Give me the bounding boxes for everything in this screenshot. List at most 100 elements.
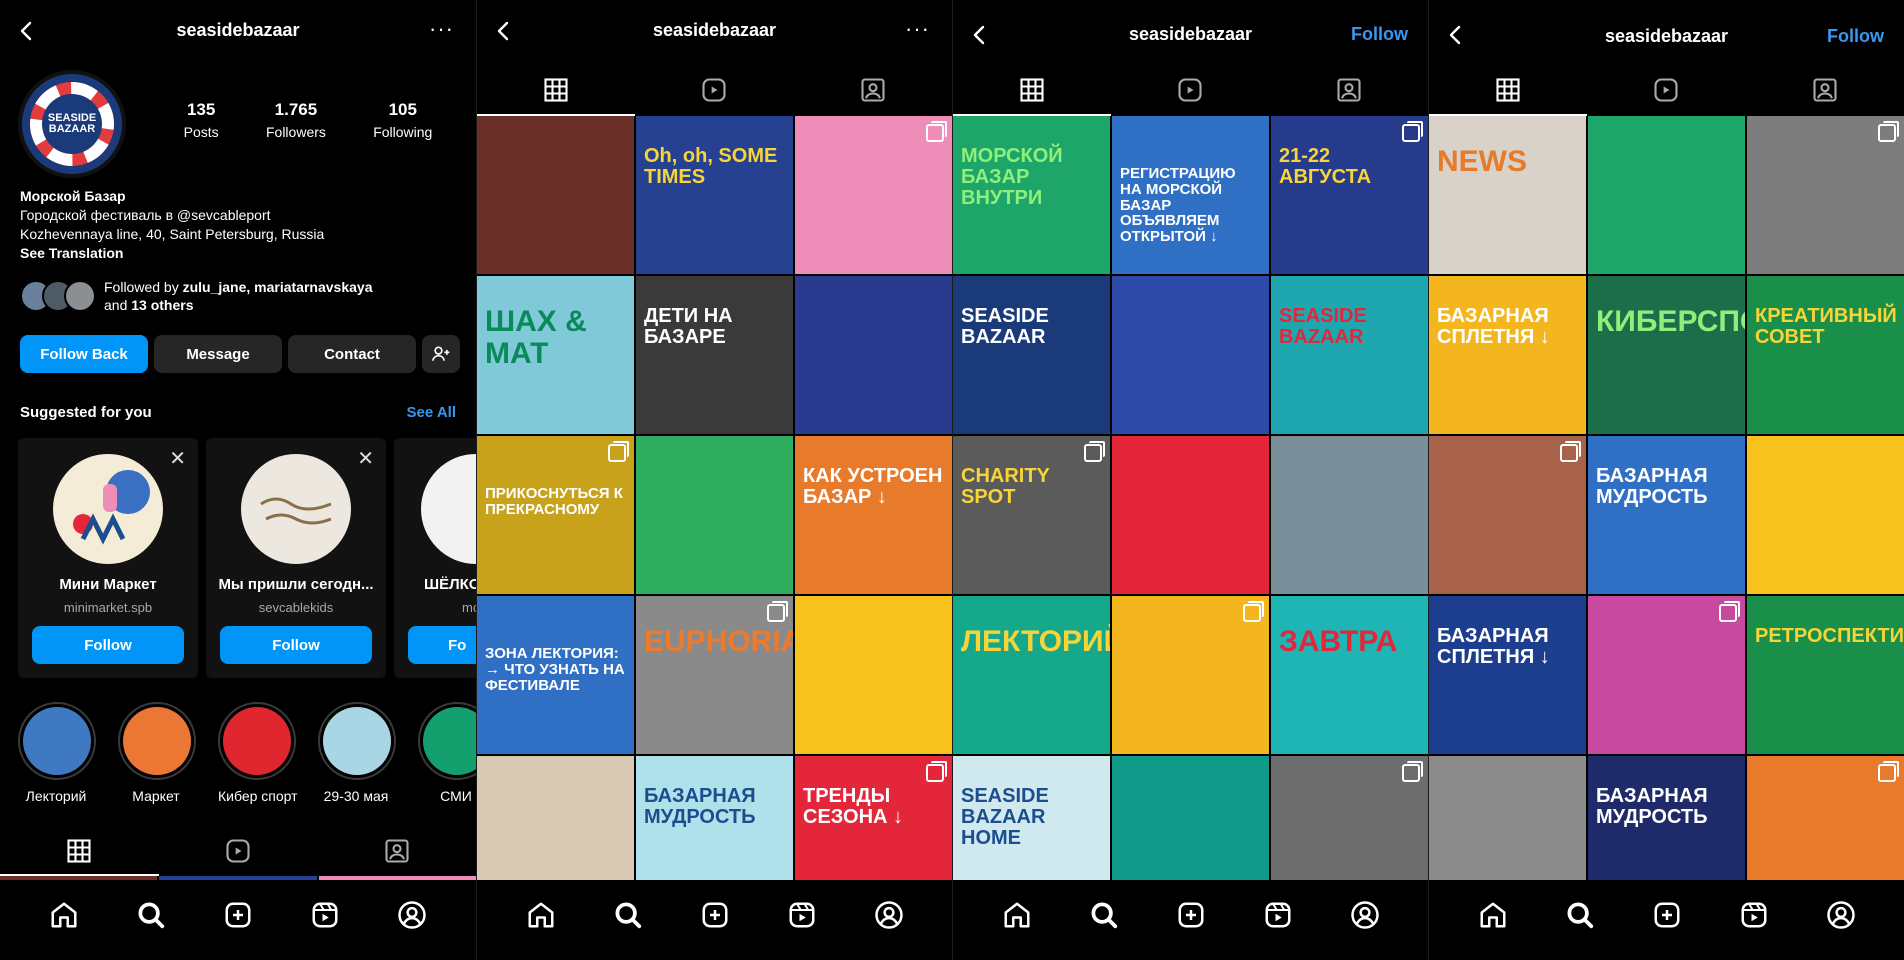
post-tile[interactable]: ЗОНА ЛЕКТОРИЯ: → ЧТО УЗНАТЬ НА ФЕСТИВАЛЕ	[477, 596, 634, 754]
add-user-button[interactable]	[422, 335, 460, 373]
post-tile[interactable]: БАЗАРНАЯ МУДРОСТЬ	[1588, 436, 1745, 594]
reels-button[interactable]	[785, 898, 819, 932]
search-button[interactable]	[1087, 898, 1121, 932]
tab-reels[interactable]	[1111, 64, 1269, 116]
post-tile[interactable]	[1112, 276, 1269, 434]
post-tile[interactable]: КАК УСТРОЕН БАЗАР ↓	[795, 436, 952, 594]
post-tile[interactable]	[795, 116, 952, 274]
post-tile[interactable]: EUPHORIA	[636, 596, 793, 754]
new-post-button[interactable]	[1650, 898, 1684, 932]
post-tile[interactable]: КРЕАТИВНЫЙ СОВЕТ	[1747, 276, 1904, 434]
follow-back-button[interactable]: Follow Back	[20, 335, 148, 373]
followed-by[interactable]: Followed by zulu_jane, mariatarnavskaya …	[20, 276, 466, 316]
post-tile[interactable]: ЗАВТРА	[1271, 596, 1428, 754]
post-tile[interactable]	[1747, 436, 1904, 594]
home-button[interactable]	[1000, 898, 1034, 932]
post-tile[interactable]	[1588, 116, 1745, 274]
post-tile[interactable]: КИБЕРСПОРТ	[1588, 276, 1745, 434]
profile-button[interactable]	[1824, 898, 1858, 932]
post-tile[interactable]: SEASIDE BAZAAR	[1271, 276, 1428, 434]
post-tile[interactable]	[1588, 596, 1745, 754]
post-tile[interactable]: ДЕТИ НА БАЗАРЕ	[636, 276, 793, 434]
tab-grid[interactable]	[477, 64, 636, 116]
follow-button[interactable]: Follow	[220, 626, 372, 664]
suggested-card[interactable]: ШЁЛКОВЫЙ moon Fo	[394, 438, 476, 678]
post-tile[interactable]: 21-22 АВГУСТА	[1271, 116, 1428, 274]
post-tile[interactable]	[795, 276, 952, 434]
post-tile[interactable]: МОРСКОЙ БАЗАР ВНУТРИ	[953, 116, 1110, 274]
tagged-icon	[1813, 78, 1837, 102]
message-button[interactable]: Message	[154, 335, 282, 373]
post-tile[interactable]: ЛЕКТОРИЙ	[953, 596, 1110, 754]
more-icon[interactable]: ···	[429, 16, 454, 42]
post-tile[interactable]	[636, 436, 793, 594]
follow-button[interactable]: Follow	[1827, 26, 1884, 47]
highlight-item[interactable]: СМИ	[418, 702, 476, 804]
contact-button[interactable]: Contact	[288, 335, 416, 373]
tab-grid[interactable]	[1429, 64, 1588, 116]
post-tile[interactable]	[795, 596, 952, 754]
tab-tagged[interactable]	[1270, 64, 1428, 116]
post-tile[interactable]	[1271, 436, 1428, 594]
tab-reels[interactable]	[635, 64, 793, 116]
new-post-button[interactable]	[1174, 898, 1208, 932]
tab-tagged[interactable]	[317, 826, 476, 876]
tab-reels[interactable]	[159, 826, 318, 876]
see-translation-link[interactable]: See Translation	[20, 244, 466, 263]
post-tile[interactable]: NEWS	[1429, 116, 1586, 274]
reels-button[interactable]	[308, 898, 342, 932]
profile-button[interactable]	[872, 898, 906, 932]
post-tile[interactable]: РЕТРОСПЕКТИВА	[1747, 596, 1904, 754]
new-post-button[interactable]	[698, 898, 732, 932]
post-tile[interactable]	[1112, 596, 1269, 754]
search-button[interactable]	[1563, 898, 1597, 932]
home-icon	[528, 902, 553, 928]
post-tile[interactable]	[1429, 436, 1586, 594]
search-button[interactable]	[134, 898, 168, 932]
new-post-button[interactable]	[221, 898, 255, 932]
post-tile[interactable]	[1747, 116, 1904, 274]
post-tile[interactable]: CHARITY SPOT	[953, 436, 1110, 594]
profile-button[interactable]	[395, 898, 429, 932]
post-tile[interactable]: БАЗАРНАЯ СПЛЕТНЯ ↓	[1429, 276, 1586, 434]
highlight-item[interactable]: Маркет	[118, 702, 196, 804]
follow-button[interactable]: Follow	[32, 626, 184, 664]
highlight-item[interactable]: 29-30 мая	[318, 702, 396, 804]
highlight-item[interactable]: Кибер спорт	[218, 702, 298, 804]
close-icon[interactable]: ✕	[357, 446, 374, 471]
home-button[interactable]	[1476, 898, 1510, 932]
follow-button[interactable]: Follow	[1351, 24, 1408, 45]
reels-button[interactable]	[1737, 898, 1771, 932]
suggested-card[interactable]: ✕ Мы пришли сегодн... sevcablekids Follo…	[206, 438, 386, 678]
more-icon[interactable]: ···	[905, 16, 930, 42]
search-button[interactable]	[611, 898, 645, 932]
stat-followers[interactable]: 1.765 Followers	[266, 100, 326, 140]
post-tile[interactable]	[1112, 436, 1269, 594]
close-icon[interactable]: ✕	[169, 446, 186, 471]
home-button[interactable]	[524, 898, 558, 932]
tab-grid[interactable]	[0, 826, 159, 876]
bio-address[interactable]: Kozhevennaya line, 40, Saint Petersburg,…	[20, 225, 466, 244]
stat-posts[interactable]: 135 Posts	[184, 100, 219, 140]
tab-tagged[interactable]	[794, 64, 952, 116]
tab-grid[interactable]	[953, 64, 1112, 116]
post-tile[interactable]: ШАХ & МАТ	[477, 276, 634, 434]
post-tile[interactable]: ПРИКОСНУТЬСЯ К ПРЕКРАСНОМУ	[477, 436, 634, 594]
post-tile[interactable]	[477, 116, 634, 274]
post-tile[interactable]: РЕГИСТРАЦИЮ НА МОРСКОЙ БАЗАР ОБЪЯВЛЯЕМ О…	[1112, 116, 1269, 274]
home-button[interactable]	[47, 898, 81, 932]
tab-reels[interactable]	[1587, 64, 1745, 116]
see-all-link[interactable]: See All	[407, 404, 456, 421]
reels-button[interactable]	[1261, 898, 1295, 932]
home-icon	[51, 902, 77, 928]
avatar[interactable]: SEASIDE BAZAAR	[18, 70, 126, 178]
post-tile[interactable]: Oh, oh, SOME TIMES	[636, 116, 793, 274]
stat-following[interactable]: 105 Following	[373, 100, 432, 140]
follow-button[interactable]: Fo	[408, 626, 476, 664]
tab-tagged[interactable]	[1746, 64, 1904, 116]
profile-button[interactable]	[1348, 898, 1382, 932]
highlight-item[interactable]: Лекторий	[18, 702, 96, 804]
suggested-card[interactable]: ✕ Мини Маркет minimarket.spb Follow	[18, 438, 198, 678]
post-tile[interactable]: БАЗАРНАЯ СПЛЕТНЯ ↓	[1429, 596, 1586, 754]
post-tile[interactable]: SEASIDE BAZAAR	[953, 276, 1110, 434]
